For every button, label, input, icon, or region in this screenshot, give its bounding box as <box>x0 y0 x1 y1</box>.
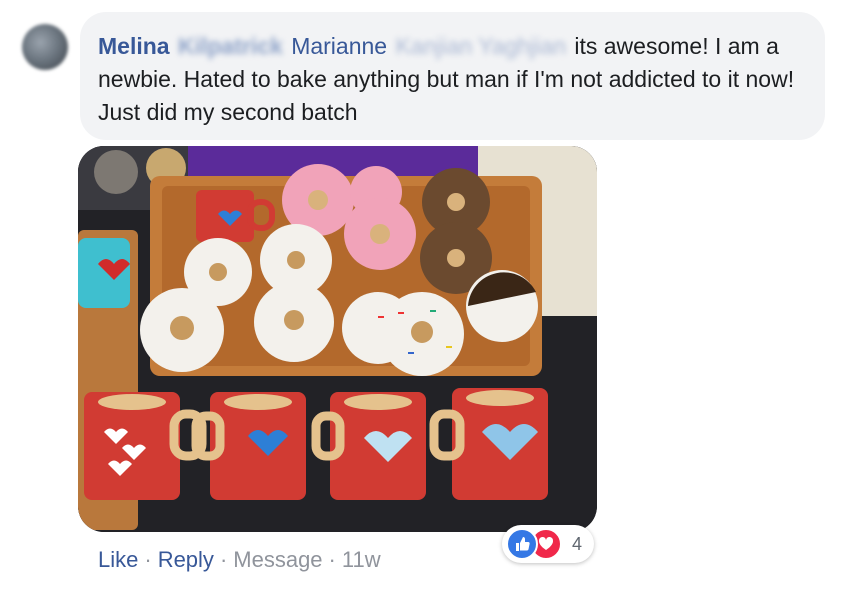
comment-timestamp[interactable]: 11w <box>342 547 381 572</box>
like-icon <box>506 528 538 560</box>
reaction-count: 4 <box>572 533 583 554</box>
reactions-summary[interactable]: 4 <box>502 525 594 563</box>
comment-actions: Like · Reply · Message · 11w <box>98 545 381 575</box>
tagged-user-link[interactable]: Marianne <box>291 33 387 59</box>
message-button[interactable]: Message <box>233 547 322 572</box>
commenter-avatar[interactable] <box>22 24 68 70</box>
comment-author-link[interactable]: Melina <box>98 33 170 59</box>
like-button[interactable]: Like <box>98 547 138 572</box>
separator: · <box>328 547 336 572</box>
separator: · <box>144 547 152 572</box>
separator: · <box>219 547 228 572</box>
author-surname-redacted[interactable]: Kilpatrick <box>176 30 285 63</box>
tagged-surname-redacted[interactable]: Kanjian Yaghjian <box>393 30 568 63</box>
comment-photo[interactable] <box>78 146 597 532</box>
reply-button[interactable]: Reply <box>158 547 214 572</box>
comment-bubble: Melina Kilpatrick Marianne Kanjian Yaghj… <box>80 12 825 140</box>
cookie-photo-illustration <box>78 146 597 532</box>
